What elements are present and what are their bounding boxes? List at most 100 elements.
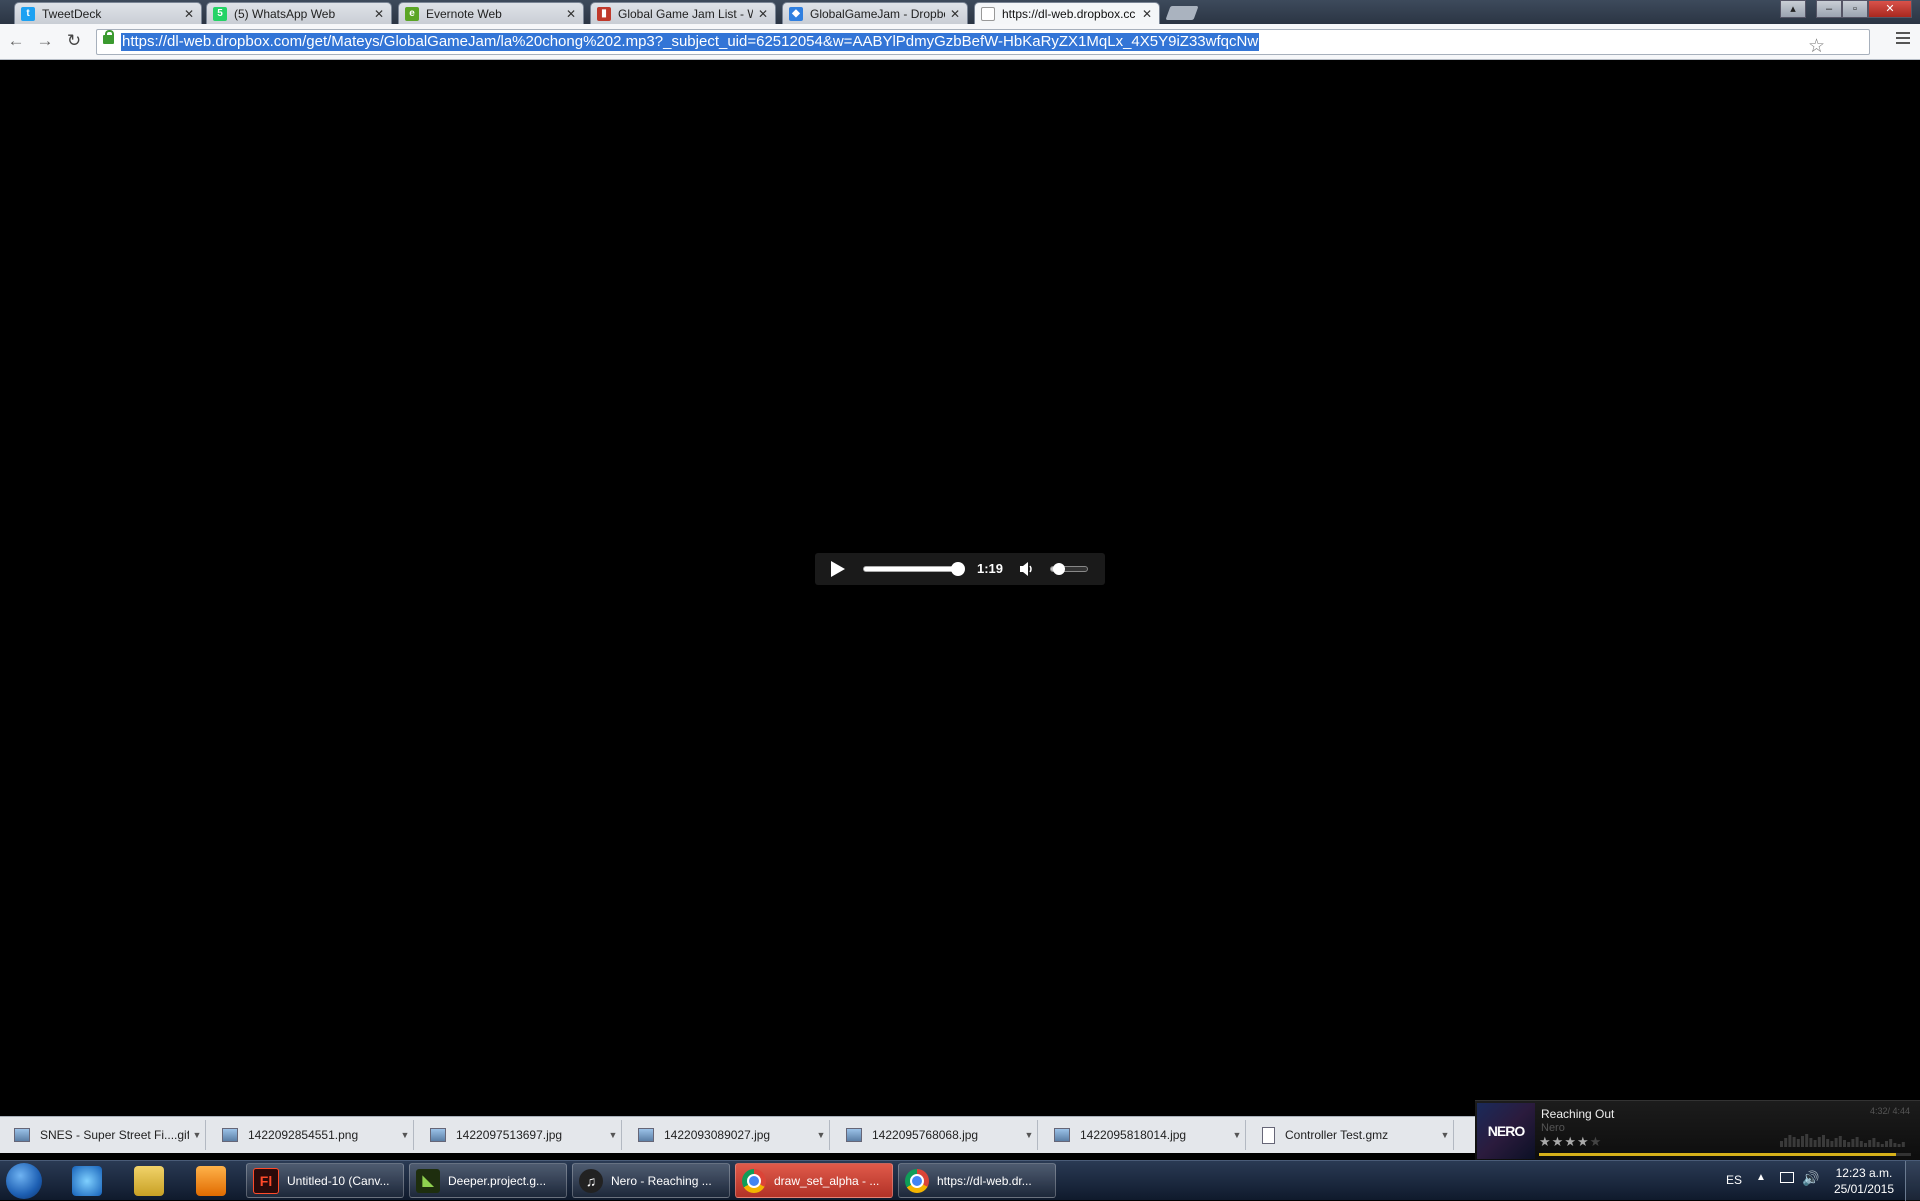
network-icon[interactable] [1780, 1172, 1794, 1183]
start-button[interactable] [6, 1163, 42, 1199]
gamemaker-icon: ◣ [416, 1168, 440, 1193]
download-name: SNES - Super Street Fi....gif [40, 1128, 189, 1142]
rating-star-icon[interactable]: ★ [1564, 1134, 1577, 1149]
equalizer-bar [1897, 1144, 1901, 1147]
volume-slider[interactable] [1050, 563, 1088, 575]
artist-name: Nero [1541, 1122, 1565, 1134]
seek-handle[interactable] [951, 562, 966, 576]
download-item[interactable]: 1422095768068.jpg ▼ [832, 1120, 1038, 1150]
close-icon[interactable]: ✕ [183, 7, 195, 21]
taskbar-button-chrome[interactable]: https://dl-web.dr... [898, 1163, 1056, 1198]
address-bar[interactable]: https://dl-web.dropbox.com/get/Mateys/Gl… [96, 29, 1870, 58]
equalizer-bar [1801, 1136, 1804, 1147]
media-player-pin-icon[interactable] [196, 1166, 226, 1196]
tab-whatsapp[interactable]: 5 (5) WhatsApp Web ✕ [206, 2, 392, 24]
taskbar-button-chrome-red[interactable]: draw_set_alpha - ... [735, 1163, 893, 1198]
download-item[interactable]: Controller Test.gmz ▼ [1248, 1120, 1454, 1150]
chevron-down-icon[interactable]: ▼ [189, 1130, 205, 1140]
star-rating[interactable]: ★★★★★ [1539, 1134, 1602, 1150]
downloads-shelf: SNES - Super Street Fi....gif ▼ 14220928… [0, 1116, 1475, 1153]
equalizer-bar [1813, 1140, 1817, 1147]
chevron-down-icon[interactable]: ▼ [1229, 1130, 1245, 1140]
bookmark-star-icon[interactable]: ☆ [1808, 35, 1825, 58]
chevron-down-icon[interactable]: ▼ [813, 1130, 829, 1140]
back-icon[interactable]: ← [5, 30, 27, 52]
seek-progress [864, 567, 957, 571]
equalizer-bar [1889, 1139, 1893, 1147]
maximize-icon[interactable]: ▫ [1842, 0, 1868, 18]
image-file-icon [222, 1128, 238, 1142]
speaker-icon[interactable] [1019, 562, 1035, 576]
tab-tweetdeck[interactable]: t TweetDeck ✕ [14, 2, 202, 24]
chevron-down-icon[interactable]: ▼ [1437, 1130, 1453, 1140]
download-item[interactable]: SNES - Super Street Fi....gif ▼ [0, 1120, 206, 1150]
minimize-icon[interactable]: – [1816, 0, 1842, 18]
track-duration: 4:32/ 4:44 [1869, 1106, 1910, 1116]
taskbar-button-gamemaker[interactable]: ◣ Deeper.project.g... [409, 1163, 567, 1198]
album-art[interactable]: NERO [1477, 1103, 1535, 1159]
menu-icon[interactable] [1896, 32, 1910, 47]
image-file-icon [846, 1128, 862, 1142]
taskbar-label: draw_set_alpha - ... [774, 1173, 880, 1188]
equalizer-bar [1822, 1135, 1825, 1147]
media-player-icon: ♫ [579, 1168, 603, 1193]
close-icon[interactable]: ✕ [373, 7, 385, 21]
equalizer-bar [1838, 1136, 1842, 1147]
taskbar-button-flash[interactable]: Fl Untitled-10 (Canv... [246, 1163, 404, 1198]
taskbar-button-media-player[interactable]: ♫ Nero - Reaching ... [572, 1163, 730, 1198]
close-icon[interactable]: ✕ [949, 7, 961, 21]
image-file-icon [14, 1128, 30, 1142]
clock-date: 25/01/2015 [1833, 1182, 1894, 1196]
volume-handle[interactable] [1052, 563, 1065, 575]
rating-star-icon[interactable]: ★ [1552, 1134, 1565, 1149]
tray-expand-icon[interactable]: ▲ [1756, 1172, 1766, 1183]
tab-title: GlobalGameJam - Dropbo [810, 6, 945, 21]
tab-evernote[interactable]: e Evernote Web ✕ [398, 2, 584, 24]
equalizer-bar [1805, 1134, 1809, 1147]
page-icon [981, 6, 995, 21]
equalizer-bar [1864, 1143, 1867, 1147]
equalizer-bar [1885, 1141, 1888, 1147]
seek-slider[interactable] [863, 562, 966, 576]
tab-global-game-jam-list[interactable]: ▮ Global Game Jam List - Wi ✕ [590, 2, 776, 24]
equalizer-bar [1876, 1142, 1880, 1147]
download-item[interactable]: 1422097513697.jpg ▼ [416, 1120, 622, 1150]
image-file-icon [430, 1128, 446, 1142]
volume-icon[interactable]: 🔊 [1802, 1170, 1819, 1187]
chrome-icon [742, 1168, 766, 1193]
user-icon[interactable]: ▴ [1780, 0, 1806, 18]
tab-title: Global Game Jam List - Wi [618, 6, 753, 21]
show-desktop-button[interactable] [1905, 1161, 1920, 1201]
audio-player: 1:19 [815, 553, 1105, 585]
evernote-icon: e [405, 6, 419, 21]
url-text[interactable]: https://dl-web.dropbox.com/get/Mateys/Gl… [121, 33, 1260, 51]
chevron-down-icon[interactable]: ▼ [1021, 1130, 1037, 1140]
chevron-down-icon[interactable]: ▼ [397, 1130, 413, 1140]
taskbar-label: https://dl-web.dr... [937, 1173, 1032, 1188]
forward-icon[interactable]: → [34, 30, 56, 52]
chevron-down-icon[interactable]: ▼ [605, 1130, 621, 1140]
close-icon[interactable]: ✕ [565, 7, 577, 21]
download-item[interactable]: 1422093089027.jpg ▼ [624, 1120, 830, 1150]
close-icon[interactable]: ✕ [1141, 7, 1153, 21]
download-item[interactable]: 1422092854551.png ▼ [208, 1120, 414, 1150]
file-explorer-icon[interactable] [134, 1166, 164, 1196]
language-indicator[interactable]: ES [1726, 1173, 1742, 1187]
close-icon[interactable]: ✕ [757, 7, 769, 21]
rating-star-icon[interactable]: ★ [1590, 1134, 1603, 1149]
system-clock[interactable]: 12:23 a.m. 25/01/2015 [1834, 1165, 1894, 1197]
rating-star-icon[interactable]: ★ [1577, 1134, 1590, 1149]
reload-icon[interactable]: ↻ [63, 30, 85, 52]
new-tab-button[interactable] [1165, 6, 1199, 20]
equalizer-bar [1859, 1141, 1863, 1147]
play-icon[interactable] [831, 561, 845, 577]
tab-dl-web-dropbox[interactable]: https://dl-web.dropbox.cc ✕ [974, 2, 1160, 24]
download-item[interactable]: 1422095818014.jpg ▼ [1040, 1120, 1246, 1150]
internet-explorer-icon[interactable] [72, 1166, 102, 1196]
rating-star-icon[interactable]: ★ [1539, 1134, 1552, 1149]
close-window-icon[interactable]: ✕ [1868, 0, 1912, 18]
whatsapp-icon: 5 [213, 6, 227, 21]
equalizer-bar [1817, 1137, 1821, 1147]
tab-dropbox[interactable]: ◆ GlobalGameJam - Dropbo ✕ [782, 2, 968, 24]
download-name: 1422095818014.jpg [1080, 1128, 1187, 1142]
